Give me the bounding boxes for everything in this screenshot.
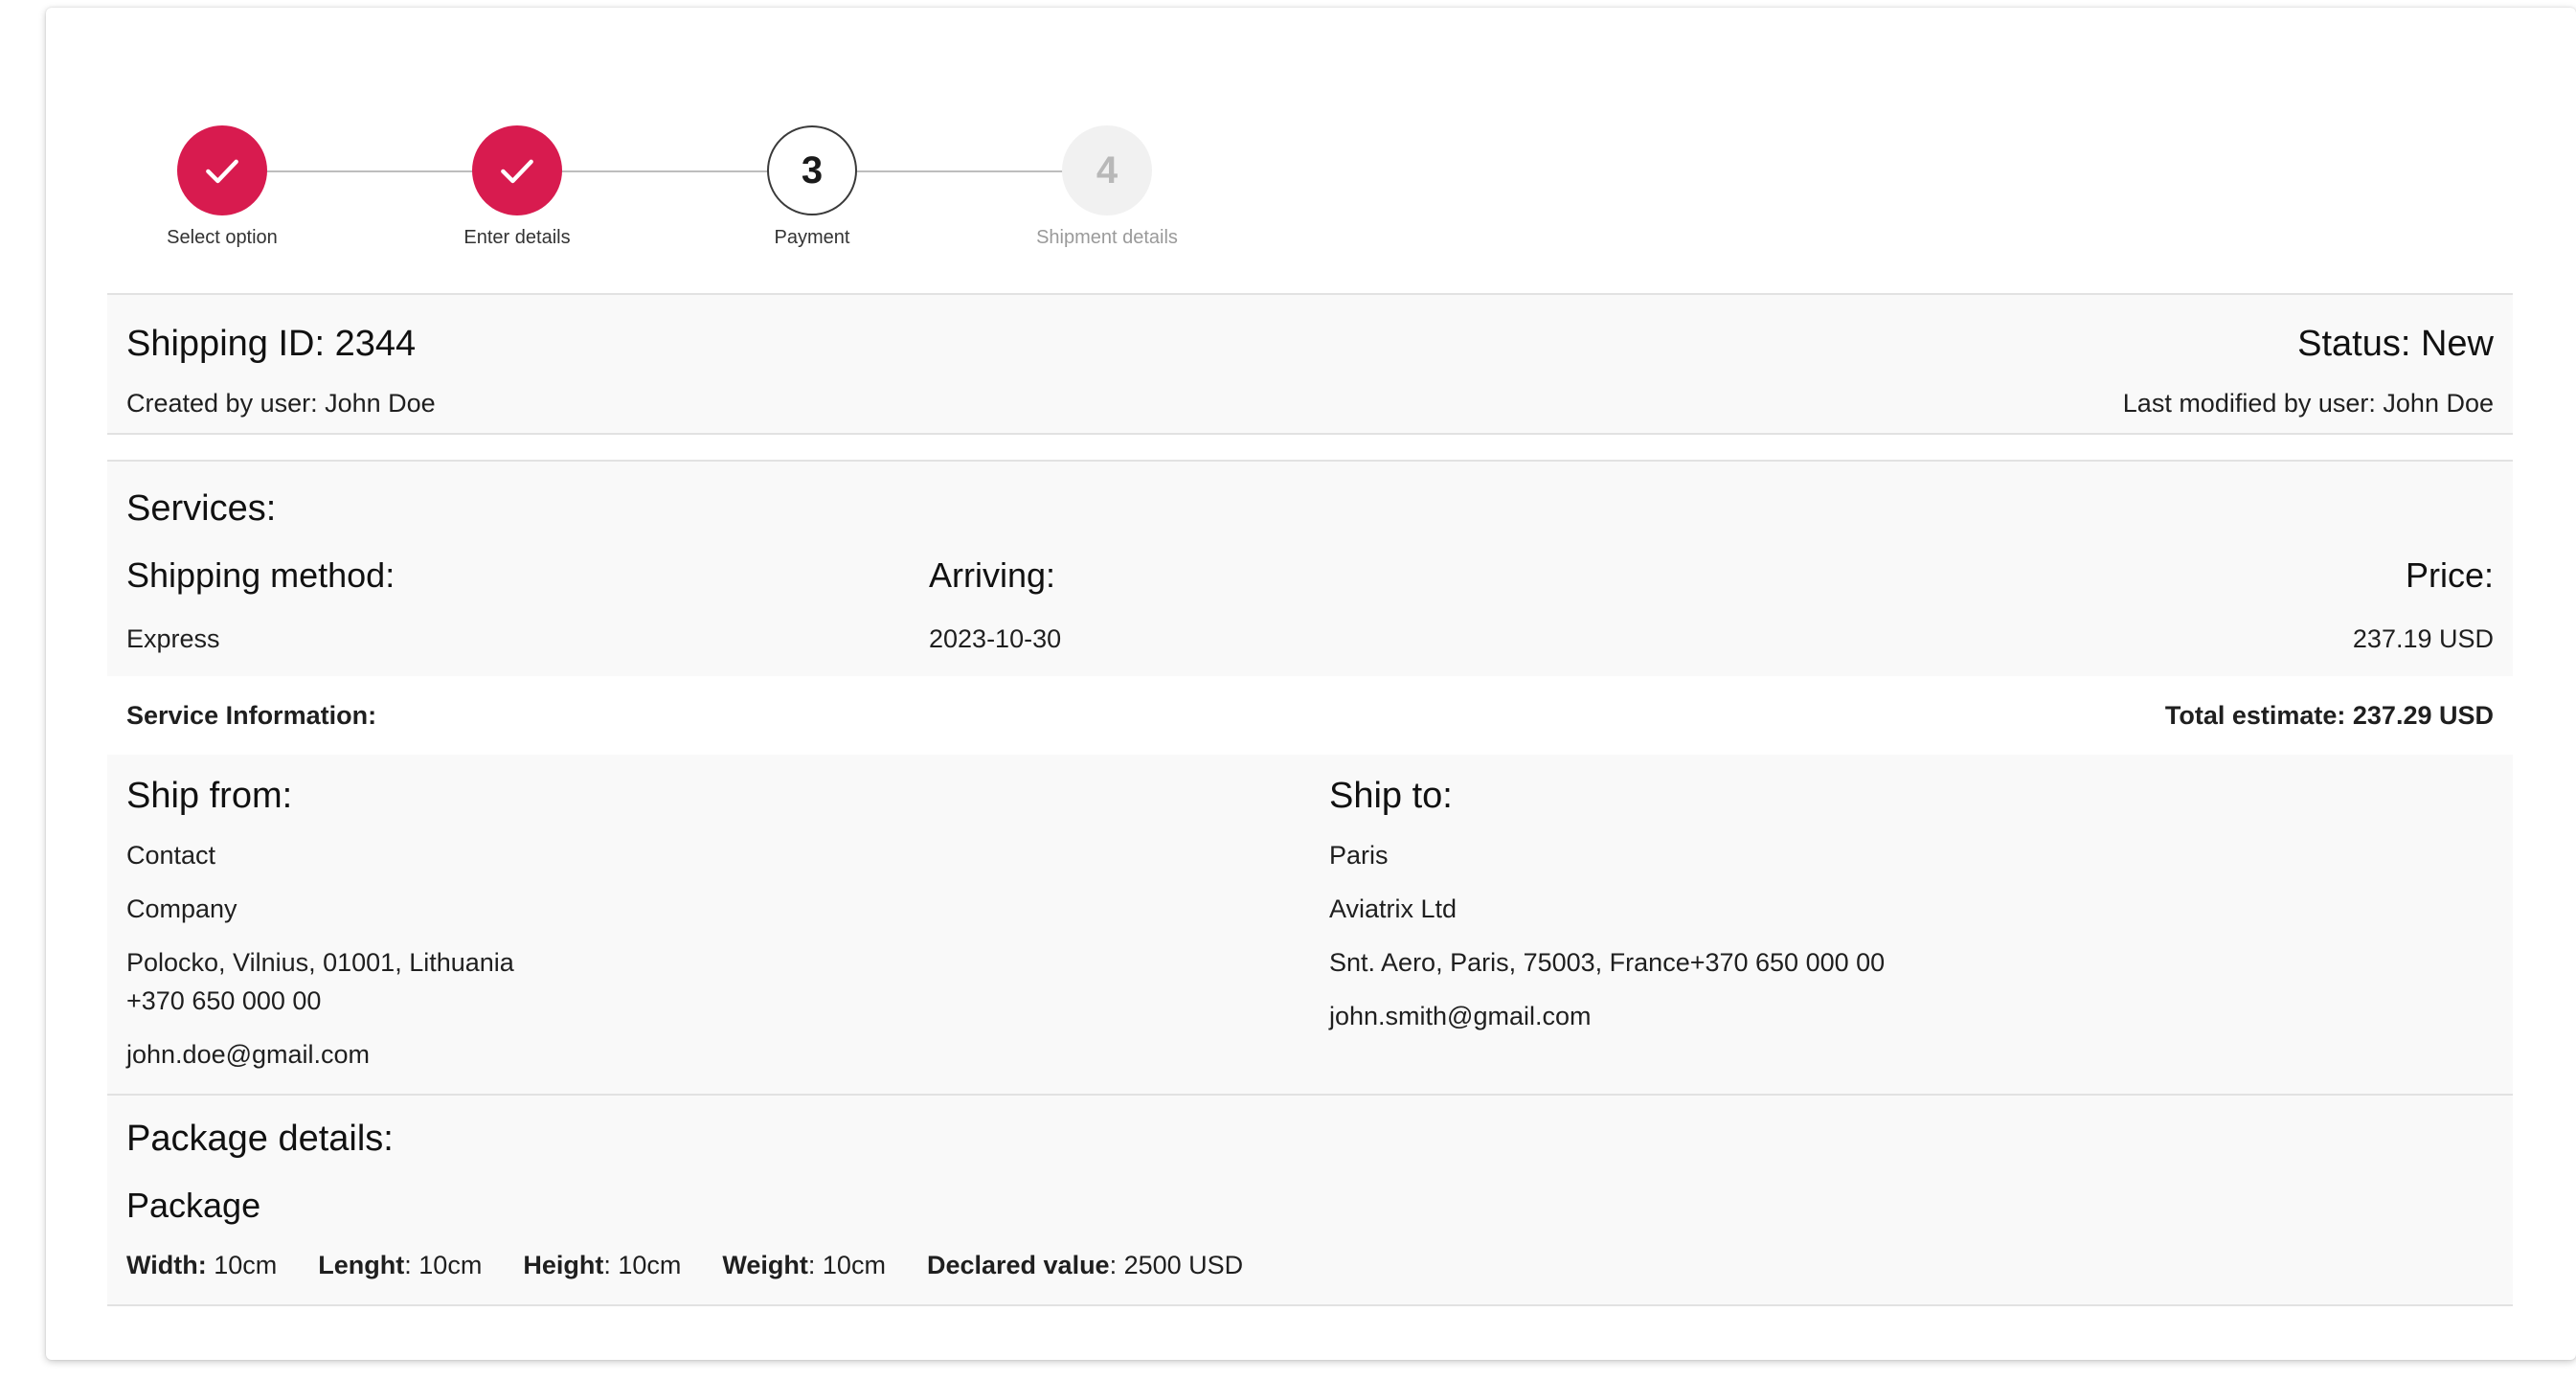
step-payment[interactable]: 3 Payment xyxy=(697,117,927,249)
width-value: 10cm xyxy=(214,1251,278,1279)
check-icon xyxy=(501,159,533,184)
package-dimensions-row: Width: 10cm Lenght: 10cm Height: 10cm We… xyxy=(126,1251,1243,1280)
service-information-label: Service Information: xyxy=(126,701,377,730)
ship-from-company: Company xyxy=(126,894,237,923)
check-icon xyxy=(206,159,238,184)
step-label: Shipment details xyxy=(1036,227,1178,248)
status-label: Status: New xyxy=(2297,324,2494,364)
ship-from-phone: +370 650 000 00 xyxy=(126,986,322,1015)
weight-label: Weight xyxy=(722,1251,808,1279)
height-value: : 10cm xyxy=(603,1251,682,1279)
step-complete-circle xyxy=(177,125,267,215)
ship-to-company: Aviatrix Ltd xyxy=(1329,894,1457,923)
arriving-label: Arriving: xyxy=(929,555,1056,595)
declared-value-label: Declared value xyxy=(926,1251,1110,1279)
length-value: : 10cm xyxy=(404,1251,483,1279)
package-details-section: Package details: Package Width: 10cm Len… xyxy=(107,1094,2513,1306)
declared-value: : 2500 USD xyxy=(1109,1251,1244,1279)
step-shipment-details[interactable]: 4 Shipment details xyxy=(992,117,1222,249)
step-complete-circle xyxy=(472,125,562,215)
step-label: Select option xyxy=(167,227,278,248)
addresses-section: Ship from: Contact Company Polocko, Viln… xyxy=(107,755,2513,1096)
length-label: Lenght xyxy=(318,1251,405,1279)
height-label: Height xyxy=(523,1251,604,1279)
services-section: Services: Shipping method: Express Arriv… xyxy=(107,460,2513,678)
price-label: Price: xyxy=(2405,555,2494,595)
step-label: Payment xyxy=(774,227,850,248)
shipping-id: Shipping ID: 2344 xyxy=(126,324,417,364)
ship-from-email[interactable]: john.doe@gmail.com xyxy=(126,1040,370,1070)
price-value: 237.19 USD xyxy=(2352,624,2494,653)
total-estimate: Total estimate: 237.29 USD xyxy=(2164,701,2494,730)
created-by: Created by user: John Doe xyxy=(126,389,436,418)
ship-from-contact: Contact xyxy=(126,841,216,870)
step-select-option[interactable]: Select option xyxy=(107,117,337,249)
services-title: Services: xyxy=(126,488,277,529)
ship-from-address: Polocko, Vilnius, 01001, Lithuania xyxy=(126,948,514,977)
shipping-method-value: Express xyxy=(126,624,220,653)
step-label: Enter details xyxy=(463,227,571,248)
ship-from-title: Ship from: xyxy=(126,776,293,816)
ship-to-contact: Paris xyxy=(1329,841,1389,870)
step-number-circle: 3 xyxy=(767,125,857,215)
arriving-value: 2023-10-30 xyxy=(929,624,1062,653)
package-name: Package xyxy=(126,1186,261,1225)
shipping-method-label: Shipping method: xyxy=(126,555,395,595)
weight-value: : 10cm xyxy=(807,1251,886,1279)
package-details-title: Package details: xyxy=(126,1119,394,1159)
service-information-row: Service Information: Total estimate: 237… xyxy=(107,676,2513,757)
step-number-circle: 4 xyxy=(1062,125,1152,215)
ship-to-address-phone: Snt. Aero, Paris, 75003, France+370 650 … xyxy=(1329,948,1886,977)
ship-to-email[interactable]: john.smith@gmail.com xyxy=(1329,1002,1592,1031)
shipment-card: Select option Enter details 3 Payment 4 … xyxy=(46,8,2576,1360)
shipping-summary-section: Shipping ID: 2344 Status: New Created by… xyxy=(107,293,2513,435)
progress-stepper: Select option Enter details 3 Payment 4 … xyxy=(107,117,1304,260)
modified-by: Last modified by user: John Doe xyxy=(2122,389,2494,418)
width-label: Width: xyxy=(126,1251,207,1279)
step-enter-details[interactable]: Enter details xyxy=(402,117,632,249)
ship-to-title: Ship to: xyxy=(1329,776,1453,816)
